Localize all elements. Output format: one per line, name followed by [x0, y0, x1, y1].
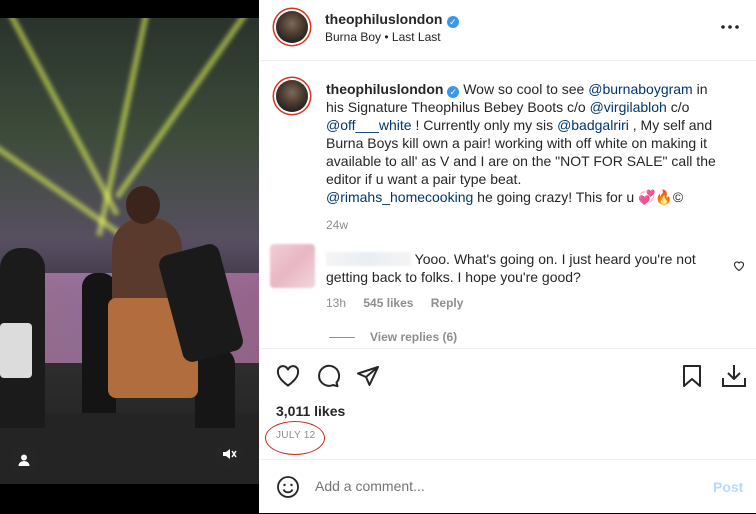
muted-speaker-icon — [223, 449, 237, 459]
mute-button[interactable] — [215, 440, 243, 468]
likes-count[interactable]: 3,011 likes — [276, 403, 345, 419]
comment: Yooo. What's going on. I just heard you'… — [326, 250, 726, 312]
paper-plane-icon[interactable] — [356, 364, 380, 388]
caption: theophiluslondon ✓ Wow so cool to see @b… — [326, 80, 728, 234]
commenter-username[interactable] — [326, 252, 411, 266]
caption-username[interactable]: theophiluslondon — [326, 81, 443, 97]
user-tag-icon — [18, 454, 30, 466]
comment-input[interactable] — [315, 476, 685, 496]
more-options-icon[interactable] — [720, 24, 740, 30]
comment-meta: 13h 545 likes Reply — [326, 294, 726, 312]
view-replies-button[interactable]: View replies (6) — [370, 330, 457, 344]
action-bar — [259, 348, 756, 405]
caption-avatar[interactable] — [276, 80, 308, 112]
emoji-icon[interactable] — [276, 475, 300, 499]
author-username[interactable]: theophiluslondon — [325, 11, 442, 27]
user-tag-button[interactable] — [10, 446, 38, 474]
background-person — [195, 348, 235, 428]
drum — [0, 323, 32, 378]
mention-link[interactable]: @badgalriri — [557, 117, 629, 133]
post-comment-button[interactable]: Post — [713, 479, 743, 495]
comment-like-heart-icon[interactable] — [733, 260, 745, 271]
author-avatar[interactable] — [276, 11, 308, 43]
caption-text: c/o — [666, 99, 690, 115]
caption-timestamp[interactable]: 24w — [326, 216, 728, 234]
replies-line — [329, 337, 355, 338]
post-header: theophiluslondon ✓ Burna Boy • Last Last — [259, 0, 756, 61]
add-comment-bar: Post — [259, 459, 756, 514]
comment-bubble-icon[interactable] — [316, 364, 340, 388]
commenter-avatar[interactable] — [270, 244, 315, 288]
mention-link[interactable]: @rimahs_homecooking — [326, 189, 473, 205]
comment-likes[interactable]: 545 likes — [363, 296, 413, 310]
comment-timestamp[interactable]: 13h — [326, 296, 346, 310]
heart-icon[interactable] — [276, 365, 300, 387]
performer-head — [126, 186, 160, 224]
bookmark-icon[interactable] — [682, 364, 702, 388]
verified-badge-icon: ✓ — [447, 86, 460, 98]
stage-light-beam — [114, 18, 252, 199]
audio-track[interactable]: Burna Boy • Last Last — [325, 30, 441, 44]
mention-link[interactable]: @virgilabloh — [590, 99, 667, 115]
caption-text: ! Currently only my sis — [411, 117, 558, 133]
download-icon[interactable] — [721, 363, 747, 389]
reply-button[interactable]: Reply — [431, 296, 464, 310]
caption-text: Wow so cool to see — [459, 81, 589, 97]
annotation-circle — [265, 421, 325, 455]
mention-link[interactable]: @burnaboygram — [588, 81, 693, 97]
stage-light-beam — [6, 18, 120, 216]
caption-text: he going crazy! This for u 💞🔥© — [473, 189, 684, 205]
top-strip — [0, 0, 259, 18]
post-detail-panel: theophiluslondon ✓ Burna Boy • Last Last… — [259, 0, 756, 513]
mention-link[interactable]: @off___white — [326, 117, 412, 133]
verified-badge-icon: ✓ — [446, 16, 459, 28]
post-video[interactable] — [0, 18, 259, 484]
